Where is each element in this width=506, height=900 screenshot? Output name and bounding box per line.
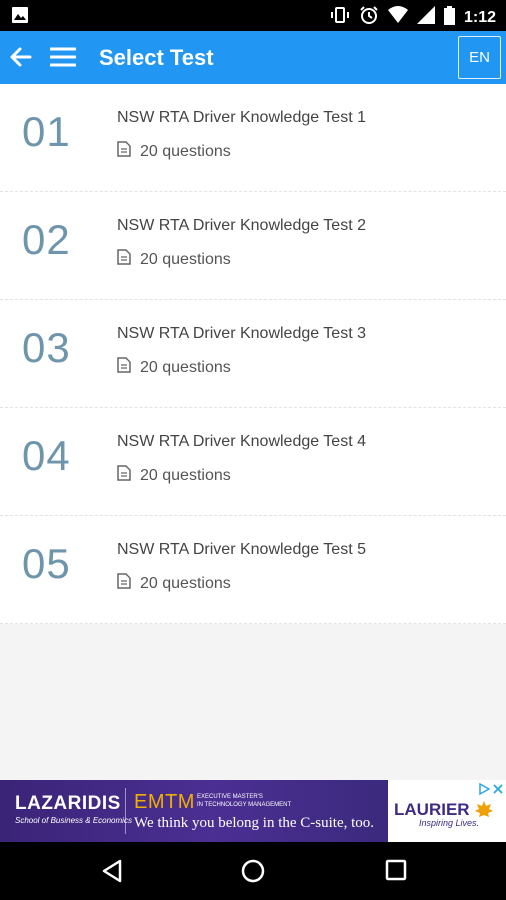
question-count: 20 questions [140, 574, 231, 592]
document-icon [117, 249, 131, 270]
test-name: NSW RTA Driver Knowledge Test 4 [117, 433, 366, 450]
battery-icon [443, 5, 455, 30]
nav-back-icon[interactable] [100, 859, 124, 888]
test-number: 05 [22, 540, 71, 587]
test-item[interactable]: 05 NSW RTA Driver Knowledge Test 5 20 qu… [0, 516, 506, 624]
test-number: 02 [22, 216, 71, 263]
adchoices-icon[interactable] [478, 782, 491, 796]
image-notification-icon [12, 7, 28, 28]
ad-program-sub-line-2: IN TECHNOLOGY MANAGEMENT [197, 802, 292, 808]
test-name: NSW RTA Driver Knowledge Test 5 [117, 541, 366, 558]
test-name: NSW RTA Driver Knowledge Test 2 [117, 217, 366, 234]
maple-leaf-icon [474, 800, 494, 825]
test-item[interactable]: 01 NSW RTA Driver Knowledge Test 1 20 qu… [0, 84, 506, 192]
nav-recents-icon[interactable] [385, 859, 407, 886]
ad-program-sub: EXECUTIVE MASTER'S IN TECHNOLOGY MANAGEM… [197, 793, 291, 809]
system-nav-bar [0, 842, 506, 900]
ad-program-sub-line-1: EXECUTIVE MASTER'S [197, 794, 263, 800]
test-item[interactable]: 03 NSW RTA Driver Knowledge Test 3 20 qu… [0, 300, 506, 408]
test-item[interactable]: 02 NSW RTA Driver Knowledge Test 2 20 qu… [0, 192, 506, 300]
page-title: Select Test [99, 45, 214, 70]
document-icon [117, 141, 131, 162]
alarm-icon [359, 5, 379, 30]
app-bar: Select Test EN [0, 31, 506, 84]
document-icon [117, 465, 131, 486]
signal-icon [416, 6, 435, 29]
question-count: 20 questions [140, 250, 231, 268]
ad-banner[interactable]: LAZARIDIS School of Business & Economics… [0, 780, 506, 842]
ad-divider [125, 788, 126, 834]
test-number: 01 [22, 108, 71, 155]
wifi-icon [387, 6, 408, 29]
document-icon [117, 573, 131, 594]
back-arrow-icon[interactable] [8, 44, 34, 70]
question-count: 20 questions [140, 142, 231, 160]
question-count: 20 questions [140, 466, 231, 484]
test-list: 01 NSW RTA Driver Knowledge Test 1 20 qu… [0, 84, 506, 624]
ad-brand: LAZARIDIS [15, 793, 121, 814]
status-time: 1:12 [463, 8, 496, 26]
ad-program: EMTM [134, 791, 195, 813]
close-ad-icon[interactable] [492, 782, 504, 794]
vibrate-icon [330, 5, 350, 30]
test-item[interactable]: 04 NSW RTA Driver Knowledge Test 4 20 qu… [0, 408, 506, 516]
ad-tagline: We think you belong in the C-suite, too. [134, 815, 375, 831]
question-count: 20 questions [140, 358, 231, 376]
ad-brand-logo: LAZARIDIS School of Business & Economics [15, 793, 132, 825]
ad-university: LAURIER [394, 800, 470, 819]
test-number: 04 [22, 432, 71, 479]
nav-home-icon[interactable] [241, 859, 265, 888]
test-name: NSW RTA Driver Knowledge Test 3 [117, 325, 366, 342]
menu-icon[interactable] [49, 45, 77, 69]
language-button[interactable]: EN [458, 36, 501, 79]
status-bar: 1:12 [0, 0, 506, 31]
test-number: 03 [22, 324, 71, 371]
ad-brand-sub: School of Business & Economics [15, 816, 132, 825]
document-icon [117, 357, 131, 378]
test-name: NSW RTA Driver Knowledge Test 1 [117, 109, 366, 126]
ad-university-tagline: Inspiring Lives. [419, 818, 480, 828]
